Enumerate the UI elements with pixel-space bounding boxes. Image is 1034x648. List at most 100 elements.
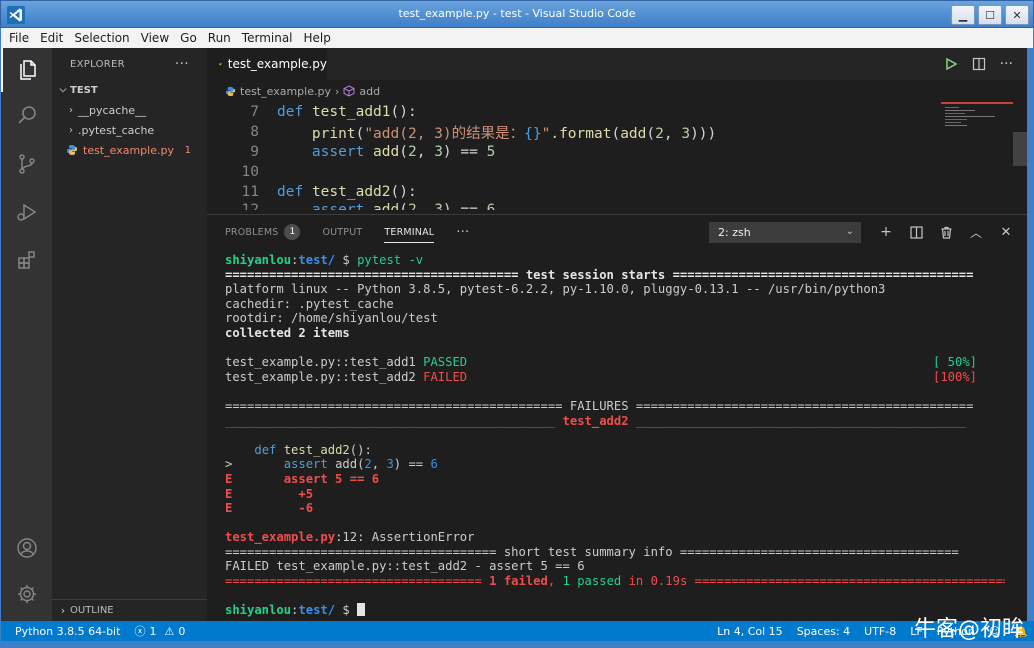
- account-button[interactable]: [1, 526, 52, 570]
- tree-item-pycache[interactable]: › __pycache__: [52, 100, 207, 120]
- chevron-right-icon: ›: [60, 604, 66, 617]
- scrollbar-thumb[interactable]: [1013, 132, 1027, 166]
- source-control-button[interactable]: [1, 142, 52, 186]
- tree-item-label: __pycache__: [78, 103, 147, 117]
- indentation[interactable]: Spaces: 4: [797, 625, 850, 638]
- menu-run[interactable]: Run: [208, 31, 231, 45]
- terminal-line: shiyanlou:test/ $: [225, 603, 1005, 618]
- tab-output-label: OUTPUT: [322, 226, 363, 238]
- kill-terminal-button[interactable]: [939, 224, 953, 240]
- menu-file[interactable]: File: [9, 31, 29, 45]
- terminal-line: ________________________________________…: [225, 413, 967, 428]
- code-view[interactable]: 7 def test_add1(): 8 print("add(2, 3)的结果是…: [207, 102, 1027, 210]
- extensions-icon: [17, 251, 35, 269]
- code-line: 12 assert add(2, 3) == 6: [207, 202, 1027, 210]
- settings-gear-icon: [17, 585, 36, 603]
- menu-go[interactable]: Go: [180, 31, 197, 45]
- terminal-line: test_example.py:12: AssertionError: [225, 530, 475, 545]
- code-line: 7 def test_add1():: [207, 102, 1027, 122]
- terminal-line: ========================================…: [225, 267, 974, 282]
- encoding[interactable]: UTF-8: [864, 625, 896, 638]
- tab-output[interactable]: OUTPUT: [322, 215, 362, 249]
- run-debug-button[interactable]: [1, 190, 52, 234]
- minimize-button[interactable]: ▁: [951, 5, 975, 25]
- menu-selection[interactable]: Selection: [74, 31, 129, 45]
- python-file-icon: [219, 62, 222, 66]
- plus-icon: +: [880, 224, 892, 240]
- explorer-sidebar: EXPLORER ··· ⌵ TEST › __pycache__ › .pyt…: [52, 48, 207, 621]
- breadcrumb-symbol[interactable]: add: [359, 85, 380, 98]
- split-editor-icon[interactable]: [972, 57, 986, 71]
- chevron-up-icon: ︿: [969, 225, 982, 240]
- menu-bar: File Edit Selection View Go Run Terminal…: [0, 28, 1034, 48]
- menu-help[interactable]: Help: [304, 31, 331, 45]
- tree-item-label: .pytest_cache: [78, 123, 155, 137]
- close-panel-button[interactable]: ✕: [999, 224, 1013, 240]
- maximize-panel-button[interactable]: ︿: [969, 224, 983, 240]
- terminal-line: E -6: [225, 501, 314, 516]
- line-number: 9: [250, 144, 259, 160]
- explorer-button[interactable]: [1, 48, 52, 92]
- terminal-line: E assert 5 == 6: [225, 471, 380, 486]
- terminal-line: ===================================== sh…: [225, 544, 959, 559]
- tab-terminal[interactable]: TERMINAL: [384, 215, 435, 249]
- bottom-panel: PROBLEMS 1 OUTPUT TERMINAL ··· 2: zsh ⌄ …: [207, 214, 1027, 621]
- minimap[interactable]: [941, 102, 1013, 142]
- editor-scrollbar[interactable]: [1013, 102, 1027, 214]
- line-number: 11: [241, 184, 259, 200]
- panel-more-button[interactable]: ···: [456, 215, 469, 249]
- menu-edit[interactable]: Edit: [40, 31, 63, 45]
- explorer-icon: [19, 60, 36, 80]
- problems-status[interactable]: ⓧ 1 ⚠ 0: [134, 623, 185, 639]
- tree-item-test-example[interactable]: test_example.py 1: [52, 140, 207, 160]
- outline-section[interactable]: › OUTLINE: [52, 599, 207, 621]
- search-button[interactable]: [1, 94, 52, 138]
- explorer-title: EXPLORER: [70, 58, 125, 70]
- split-terminal-button[interactable]: [909, 224, 923, 240]
- watermark: 牛客@初眸: [913, 617, 1024, 642]
- close-icon: ✕: [1012, 8, 1022, 22]
- status-bar: Python 3.8.5 64-bit ⓧ 1 ⚠ 0 Ln 4, Col 15 S…: [0, 621, 1034, 641]
- activity-bar: [0, 48, 52, 621]
- cursor-position[interactable]: Ln 4, Col 15: [717, 625, 783, 638]
- terminal-line: ========================================…: [225, 398, 974, 413]
- chevron-right-icon: ›: [69, 124, 73, 136]
- tab-test-example[interactable]: test_example.py: [207, 48, 327, 80]
- python-interpreter[interactable]: Python 3.8.5 64-bit: [15, 625, 120, 638]
- maximize-icon: ☐: [985, 8, 995, 22]
- menu-terminal[interactable]: Terminal: [242, 31, 293, 45]
- terminal-line: cachedir: .pytest_cache: [225, 296, 394, 311]
- more-actions-icon[interactable]: ···: [1000, 56, 1013, 72]
- split-terminal-icon: [909, 225, 923, 239]
- folder-test[interactable]: ⌵ TEST: [52, 80, 207, 100]
- close-button[interactable]: ✕: [1005, 5, 1029, 25]
- terminal-select[interactable]: 2: zsh ⌄: [709, 222, 861, 243]
- extensions-button[interactable]: [1, 238, 52, 282]
- explorer-more-button[interactable]: ···: [175, 56, 189, 72]
- terminal-line: shiyanlou:test/ $ pytest -v: [225, 253, 424, 267]
- menu-view[interactable]: View: [141, 31, 169, 45]
- tab-problems[interactable]: PROBLEMS 1: [225, 215, 301, 249]
- tab-terminal-label: TERMINAL: [384, 226, 435, 238]
- terminal-line: test_example.py::test_add1 PASSED[ 50%]: [225, 355, 978, 370]
- breadcrumb-file[interactable]: test_example.py: [240, 85, 331, 98]
- maximize-button[interactable]: ☐: [978, 5, 1002, 25]
- minimize-icon: ▁: [958, 8, 968, 22]
- window-border: [0, 641, 1034, 648]
- warning-icon: ⚠: [164, 624, 175, 638]
- outline-label: OUTLINE: [70, 605, 114, 616]
- settings-button[interactable]: [1, 572, 52, 616]
- window-border: [1027, 48, 1034, 621]
- tree-item-pytest-cache[interactable]: › .pytest_cache: [52, 120, 207, 140]
- new-terminal-button[interactable]: +: [879, 224, 893, 240]
- breadcrumb: test_example.py › add: [207, 80, 1027, 102]
- run-file-icon[interactable]: [944, 57, 958, 71]
- problem-count-badge: 1: [184, 144, 191, 156]
- line-number: 7: [250, 104, 259, 120]
- terminal-line: platform linux -- Python 3.8.5, pytest-6…: [225, 282, 886, 297]
- terminal-output[interactable]: shiyanlou:test/ $ pytest -v ============…: [225, 253, 1005, 618]
- account-icon: [16, 538, 37, 558]
- terminal-cursor: [357, 603, 366, 617]
